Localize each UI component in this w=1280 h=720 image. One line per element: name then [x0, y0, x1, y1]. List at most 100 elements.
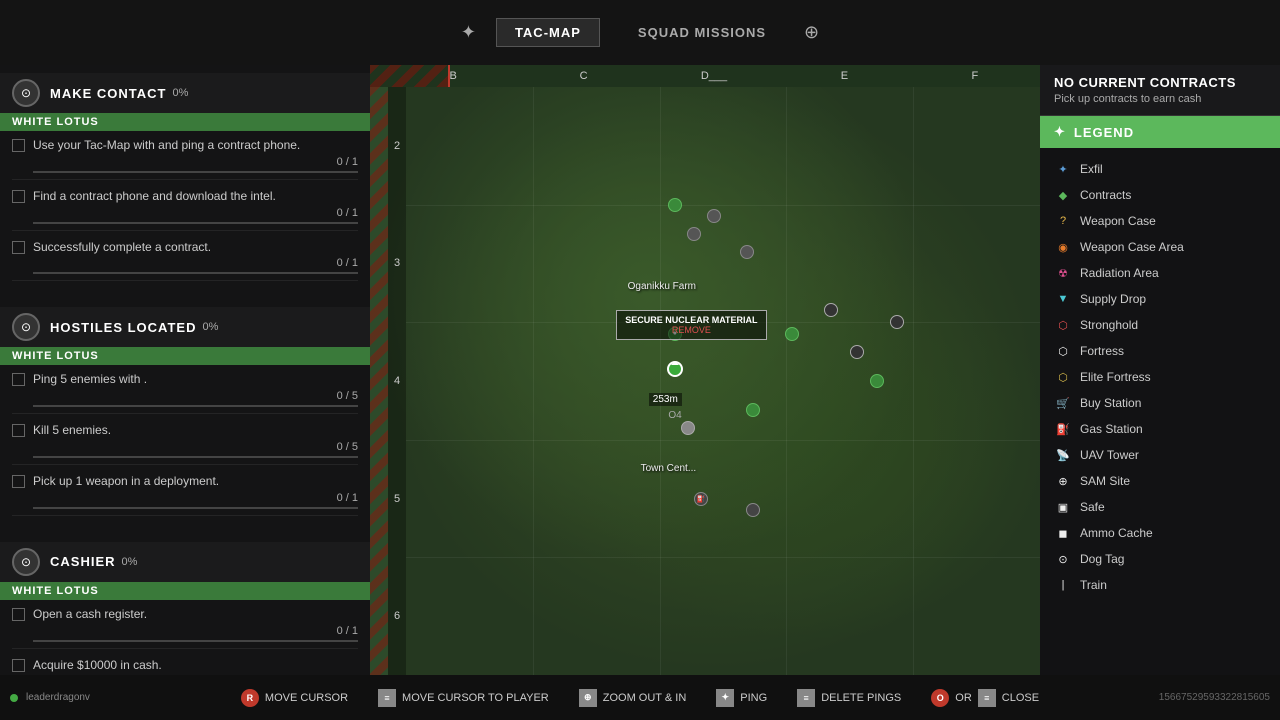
marker-12: [746, 503, 760, 517]
task-checkbox-make-contact-1[interactable]: [12, 190, 25, 203]
delete-pings-btn[interactable]: ≡: [797, 689, 815, 707]
col-c: C: [518, 65, 648, 87]
grid-h1: [406, 205, 1040, 206]
legend-icon-7: ⬡: [1054, 342, 1072, 360]
close-btn-menu[interactable]: ≡: [978, 689, 996, 707]
mission-tasks-cashier: Open a cash register.0 / 1Acquire $10000…: [0, 600, 370, 675]
task-checkbox-cashier-0[interactable]: [12, 608, 25, 621]
mission-faction-cashier: WHITE LOTUS: [0, 582, 370, 600]
mission-header-hostiles-located: ⊙HOSTILES LOCATED0%: [0, 307, 370, 347]
row-2: 2: [388, 87, 406, 205]
move-cursor-btn[interactable]: R: [241, 689, 259, 707]
progress-bar-make-contact-1: [33, 222, 358, 224]
mission-name-cashier: CASHIER: [50, 554, 116, 569]
grid-h3: [406, 440, 1040, 441]
task-row-make-contact-2: Successfully complete a contract.: [12, 239, 358, 256]
legend-name-7: Fortress: [1080, 344, 1124, 358]
task-item-hostiles-located-0: Ping 5 enemies with .0 / 5: [12, 371, 358, 414]
legend-name-14: Ammo Cache: [1080, 526, 1153, 540]
grid-v3: [786, 87, 787, 675]
player-name: leaderdragonv: [26, 692, 90, 703]
mission-tasks-hostiles-located: Ping 5 enemies with .0 / 5Kill 5 enemies…: [0, 365, 370, 529]
task-text-hostiles-located-1: Kill 5 enemies.: [33, 422, 358, 439]
grid-overlay: [406, 87, 1040, 675]
move-cursor-label: MOVE CURSOR: [265, 692, 348, 704]
task-progress-make-contact-0: 0 / 1: [12, 156, 358, 168]
map-col-labels: B C D___ E F: [370, 65, 1040, 87]
task-text-hostiles-located-0: Ping 5 enemies with .: [33, 371, 358, 388]
legend-name-13: Safe: [1080, 500, 1105, 514]
legend-icon-0: ✦: [1054, 160, 1072, 178]
map-area[interactable]: B C D___ E F 2 3 4 5 6 Oganikku Farm SEC…: [370, 65, 1040, 675]
left-icon: ✦: [461, 22, 476, 43]
map-label-town: Town Cent...: [641, 463, 697, 474]
mission-cashier: ⊙CASHIER0%WHITE LOTUSOpen a cash registe…: [0, 542, 370, 675]
task-checkbox-hostiles-located-2[interactable]: [12, 475, 25, 488]
task-progress-make-contact-1: 0 / 1: [12, 207, 358, 219]
task-checkbox-make-contact-0[interactable]: [12, 139, 25, 152]
progress-bar-hostiles-located-2: [33, 507, 358, 509]
close-btn-o[interactable]: O: [931, 689, 949, 707]
task-checkbox-cashier-1[interactable]: [12, 659, 25, 672]
task-item-make-contact-1: Find a contract phone and download the i…: [12, 188, 358, 231]
row-4: 4: [388, 322, 406, 440]
marker-3: [707, 209, 721, 223]
task-text-hostiles-located-2: Pick up 1 weapon in a deployment.: [33, 473, 358, 490]
marker-1: [687, 227, 701, 241]
move-cursor-player-btn[interactable]: ≡: [378, 689, 396, 707]
tab-tac-map[interactable]: TAC-MAP: [496, 18, 600, 47]
mission-header-cashier: ⊙CASHIER0%: [0, 542, 370, 582]
legend-name-8: Elite Fortress: [1080, 370, 1151, 384]
task-checkbox-hostiles-located-0[interactable]: [12, 373, 25, 386]
zoom-btn[interactable]: ⊕: [579, 689, 597, 707]
mission-title-block-hostiles-located: HOSTILES LOCATED0%: [50, 320, 358, 335]
right-panel: NO CURRENT CONTRACTS Pick up contracts t…: [1040, 65, 1280, 675]
marker-10: [746, 403, 760, 417]
legend-panel: ✦ LEGEND ✦Exfil◆Contracts?Weapon Case◉We…: [1040, 116, 1280, 675]
legend-icon-3: ◉: [1054, 238, 1072, 256]
legend-item-15: ⊙Dog Tag: [1054, 546, 1266, 572]
grid-v4: [913, 87, 914, 675]
marker-player-start: [668, 198, 682, 212]
contracts-subtitle: Pick up contracts to earn cash: [1054, 93, 1266, 105]
mission-title-block-make-contact: MAKE CONTACT0%: [50, 86, 358, 101]
legend-item-14: ◼ Ammo Cache: [1054, 520, 1266, 546]
contracts-panel: NO CURRENT CONTRACTS Pick up contracts t…: [1040, 65, 1280, 116]
left-panel: ⊙MAKE CONTACT0%WHITE LOTUSUse your Tac-M…: [0, 65, 370, 675]
legend-name-6: Stronghold: [1080, 318, 1138, 332]
or-label: OR: [955, 692, 972, 704]
progress-bar-hostiles-located-1: [33, 456, 358, 458]
ping-btn[interactable]: ✦: [716, 689, 734, 707]
task-item-hostiles-located-2: Pick up 1 weapon in a deployment.0 / 1: [12, 473, 358, 516]
legend-name-16: Train: [1080, 578, 1107, 592]
progress-bar-make-contact-0: [33, 171, 358, 173]
mission-hostiles-located: ⊙HOSTILES LOCATED0%WHITE LOTUSPing 5 ene…: [0, 307, 370, 529]
col-d: D___: [649, 65, 779, 87]
missions-container: ⊙MAKE CONTACT0%WHITE LOTUSUse your Tac-M…: [0, 73, 370, 675]
marker-8: [890, 315, 904, 329]
task-text-make-contact-2: Successfully complete a contract.: [33, 239, 358, 256]
legend-item-16: |Train: [1054, 572, 1266, 598]
marker-4: [785, 327, 799, 341]
legend-icon-14: ◼: [1054, 524, 1072, 542]
legend-name-12: SAM Site: [1080, 474, 1130, 488]
mission-name-hostiles-located: HOSTILES LOCATED: [50, 320, 196, 335]
task-checkbox-make-contact-2[interactable]: [12, 241, 25, 254]
delete-pings-item: ≡ DELETE PINGS: [797, 689, 901, 707]
tab-squad-missions[interactable]: SQUAD MISSIONS: [620, 19, 784, 46]
legend-icon-2: ?: [1054, 212, 1072, 230]
mission-obj-box: SECURE NUCLEAR MATERIAL REMOVE: [616, 310, 766, 340]
task-row-cashier-1: Acquire $10000 in cash.: [12, 657, 358, 674]
legend-name-10: Gas Station: [1080, 422, 1143, 436]
task-checkbox-hostiles-located-1[interactable]: [12, 424, 25, 437]
marker-5: [824, 303, 838, 317]
mission-percent-cashier: 0%: [122, 556, 138, 568]
legend-icon-6: ⬡: [1054, 316, 1072, 334]
task-progress-hostiles-located-1: 0 / 5: [12, 441, 358, 453]
row-labels: 2 3 4 5 6: [388, 87, 406, 675]
row-5: 5: [388, 440, 406, 558]
legend-item-3: ◉Weapon Case Area: [1054, 234, 1266, 260]
mission-percent-make-contact: 0%: [172, 87, 188, 99]
legend-items: ✦Exfil◆Contracts?Weapon Case◉Weapon Case…: [1040, 148, 1280, 606]
move-cursor-player-label: MOVE CURSOR TO PLAYER: [402, 692, 549, 704]
